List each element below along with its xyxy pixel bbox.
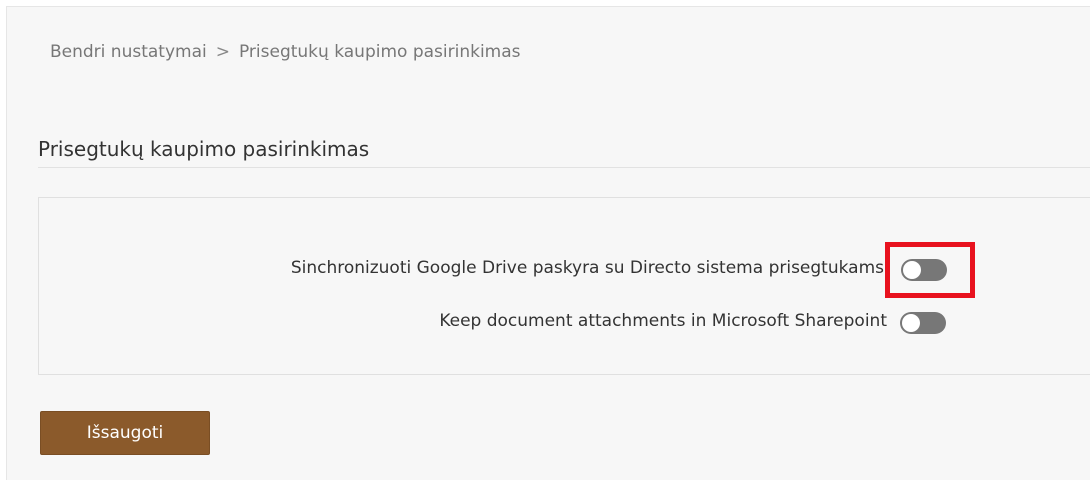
sharepoint-attachments-toggle[interactable] bbox=[900, 312, 946, 334]
breadcrumb-separator: > bbox=[215, 42, 230, 62]
breadcrumb: Bendri nustatymai > Prisegtukų kaupimo pas… bbox=[50, 42, 521, 62]
breadcrumb-parent-link[interactable]: Bendri nustatymai bbox=[50, 42, 207, 62]
sharepoint-attachments-label: Keep document attachments in Microsoft S… bbox=[439, 311, 887, 331]
save-button[interactable]: Išsaugoti bbox=[40, 411, 210, 455]
google-drive-sync-label: Sinchronizuoti Google Drive paskyra su D… bbox=[290, 258, 884, 278]
breadcrumb-current: Prisegtukų kaupimo pasirinkimas bbox=[238, 42, 521, 62]
section-title: Prisegtukų kaupimo pasirinkimas bbox=[38, 137, 370, 161]
highlight-annotation bbox=[885, 242, 975, 298]
toggle-knob bbox=[902, 314, 920, 332]
section-divider bbox=[38, 167, 1090, 168]
